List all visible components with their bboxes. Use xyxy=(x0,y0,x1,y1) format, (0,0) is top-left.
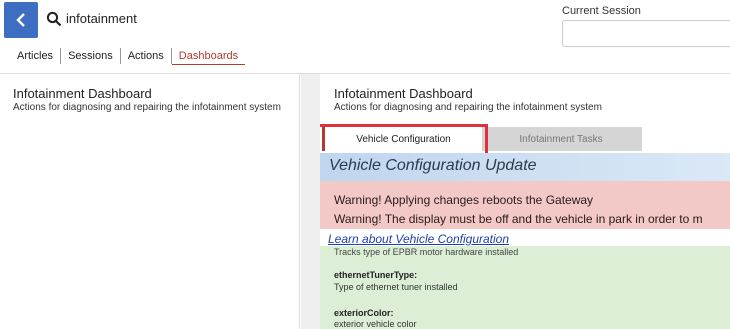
warning-box: Warning! Applying changes reboots the Ga… xyxy=(320,181,730,229)
left-panel: Infotainment Dashboard Actions for diagn… xyxy=(0,74,300,329)
highlight-box xyxy=(320,124,488,156)
top-bar: Current Session xyxy=(0,0,730,47)
field-description: Tracks type of EPBR motor hardware insta… xyxy=(334,247,519,257)
current-session-field[interactable] xyxy=(562,20,730,47)
dashboard-list-description: Actions for diagnosing and repairing the… xyxy=(13,102,281,113)
warning-message: Warning! The display must be off and the… xyxy=(334,212,703,226)
section-header: Vehicle Configuration Update xyxy=(320,153,730,181)
field-description: Type of ethernet tuner installed xyxy=(334,282,458,292)
search-icon xyxy=(46,11,62,27)
warning-message: Warning! Applying changes reboots the Ga… xyxy=(334,193,594,207)
field-description: exterior vehicle color xyxy=(334,319,417,329)
tab-infotainment-tasks[interactable]: Infotainment Tasks xyxy=(480,127,642,151)
chevron-left-icon xyxy=(16,13,25,27)
field-name: exteriorColor: xyxy=(334,308,394,318)
tab-sessions[interactable]: Sessions xyxy=(61,48,121,64)
page-title: Infotainment Dashboard xyxy=(334,86,473,101)
search-input[interactable] xyxy=(66,8,366,28)
config-fields: Tracks type of EPBR motor hardware insta… xyxy=(320,246,730,329)
page-description: Actions for diagnosing and repairing the… xyxy=(334,102,602,113)
tab-dashboards[interactable]: Dashboards xyxy=(171,48,246,65)
right-panel: Infotainment Dashboard Actions for diagn… xyxy=(320,74,730,329)
current-session-label: Current Session xyxy=(562,5,641,17)
tab-articles[interactable]: Articles xyxy=(10,48,62,64)
nav-tabs: Articles Sessions Actions Dashboards xyxy=(10,46,246,66)
learn-more-link[interactable]: Learn about Vehicle Configuration xyxy=(328,232,510,246)
back-button[interactable] xyxy=(4,2,38,38)
field-name: ethernetTunerType: xyxy=(334,270,418,280)
dashboard-list-title[interactable]: Infotainment Dashboard xyxy=(13,86,152,101)
panel-gutter xyxy=(301,74,320,329)
section-title: Vehicle Configuration Update xyxy=(329,157,537,174)
tab-actions[interactable]: Actions xyxy=(121,48,172,64)
